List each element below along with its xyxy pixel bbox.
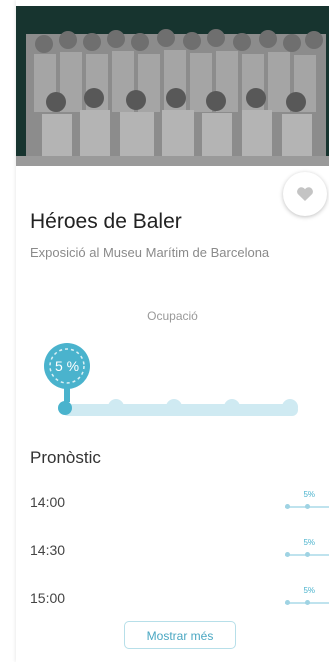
track-dot bbox=[108, 399, 124, 415]
event-card: Héroes de Baler Exposició al Museu Marít… bbox=[16, 0, 329, 662]
track-dot bbox=[224, 399, 240, 415]
forecast-title: Pronòstic bbox=[30, 448, 101, 467]
forecast-mini-chart: 5% bbox=[269, 490, 329, 514]
occupancy-value: 5 % bbox=[54, 358, 80, 374]
forecast-dot bbox=[305, 552, 310, 557]
forecast-dot bbox=[285, 552, 290, 557]
show-more-button[interactable]: Mostrar més bbox=[124, 621, 236, 649]
occupancy-gauge: 5 % bbox=[44, 343, 90, 389]
occupancy-pin bbox=[64, 388, 70, 402]
forecast-dot bbox=[285, 504, 290, 509]
occupancy-label: Ocupació bbox=[147, 309, 198, 323]
forecast-mini-chart: 5% bbox=[269, 538, 329, 562]
event-photo bbox=[16, 6, 329, 166]
heart-icon bbox=[297, 187, 313, 201]
forecast-time: 15:00 bbox=[30, 590, 66, 606]
forecast-mini-chart: 5% bbox=[269, 586, 329, 610]
forecast-dot bbox=[285, 600, 290, 605]
forecast-dot bbox=[305, 504, 310, 509]
track-dot bbox=[282, 399, 298, 415]
favorite-button[interactable] bbox=[283, 172, 327, 216]
forecast-percent: 5% bbox=[303, 586, 315, 595]
forecast-row: 14:30 5% bbox=[30, 538, 329, 562]
forecast-row: 14:00 5% bbox=[30, 490, 329, 514]
event-title: Héroes de Baler bbox=[30, 210, 182, 233]
forecast-dot bbox=[305, 600, 310, 605]
forecast-percent: 5% bbox=[303, 490, 315, 499]
event-subtitle: Exposició al Museu Marítim de Barcelona bbox=[30, 245, 270, 260]
forecast-time: 14:30 bbox=[30, 542, 66, 558]
forecast-percent: 5% bbox=[303, 538, 315, 547]
forecast-time: 14:00 bbox=[30, 494, 66, 510]
track-dot bbox=[166, 399, 182, 415]
occupancy-marker bbox=[58, 401, 72, 415]
forecast-row: 15:00 5% bbox=[30, 586, 329, 610]
